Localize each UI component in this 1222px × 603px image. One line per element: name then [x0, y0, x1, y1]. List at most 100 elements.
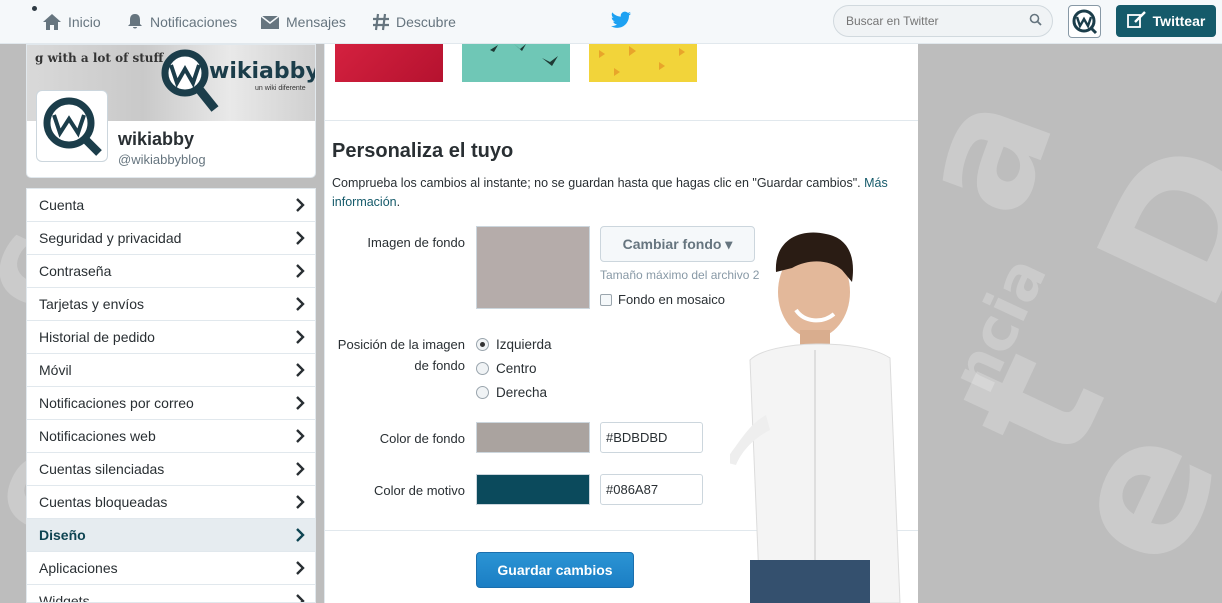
radio-center[interactable] — [476, 362, 489, 375]
sidebar-item-web-notifications[interactable]: Notificaciones web — [27, 420, 315, 453]
nav-notifications[interactable]: Notificaciones — [126, 0, 237, 44]
envelope-icon — [260, 14, 280, 30]
top-navigation-bar: Inicio Notificaciones Mensajes Descubre … — [0, 0, 1222, 44]
sidebar-item-label: Contraseña — [39, 263, 112, 279]
sidebar-item-label: Aplicaciones — [39, 560, 118, 576]
profile-handle[interactable]: @wikiabbyblog — [118, 152, 206, 167]
nav-notifications-label: Notificaciones — [150, 14, 238, 30]
sidebar-item-mobile[interactable]: Móvil — [27, 354, 315, 387]
sidebar-item-label: Historial de pedido — [39, 329, 155, 345]
description-text: Comprueba los cambios al instante; no se… — [332, 176, 861, 190]
theme-swatch-red[interactable] — [335, 44, 443, 82]
sidebar-item-design[interactable]: Diseño — [27, 519, 315, 552]
home-icon — [42, 13, 62, 31]
bell-icon — [126, 13, 144, 31]
background-position-label: Posición de la imagen de fondo — [337, 337, 465, 373]
nav-discover[interactable]: Descubre — [372, 0, 456, 44]
theme-color-input[interactable] — [600, 474, 703, 505]
sidebar-item-order-history[interactable]: Historial de pedido — [27, 321, 315, 354]
position-option-left[interactable]: Izquierda — [476, 337, 552, 352]
tweet-button-label: Twittear — [1152, 13, 1206, 29]
profile-card[interactable]: g with a lot of stuff wikiabby un wiki d… — [26, 44, 316, 178]
nav-messages-label: Mensajes — [286, 14, 346, 30]
theme-swatch-yellow[interactable] — [589, 44, 697, 82]
theme-color-swatch[interactable] — [476, 474, 590, 505]
position-option-right[interactable]: Derecha — [476, 385, 547, 400]
nav-messages[interactable]: Mensajes — [260, 0, 346, 44]
sidebar-item-apps[interactable]: Aplicaciones — [27, 552, 315, 585]
chevron-right-icon — [296, 594, 305, 602]
sidebar-item-label: Cuentas bloqueadas — [39, 494, 168, 510]
tile-background-option[interactable]: Fondo en mosaico — [600, 292, 725, 307]
tile-background-checkbox[interactable] — [600, 293, 612, 306]
chevron-right-icon — [296, 330, 305, 344]
page-title: Personaliza el tuyo — [332, 140, 514, 162]
sidebar-item-label: Notificaciones por correo — [39, 395, 194, 411]
sidebar-item-widgets[interactable]: Widgets — [27, 585, 315, 603]
nav-home[interactable]: Inicio — [42, 0, 101, 44]
sidebar-item-email-notifications[interactable]: Notificaciones por correo — [27, 387, 315, 420]
compose-tweet-icon — [1126, 10, 1147, 32]
divider — [325, 120, 918, 121]
background-color-input[interactable] — [600, 422, 703, 453]
background-color-label: Color de fondo — [379, 431, 465, 446]
sidebar-item-cards[interactable]: Tarjetas y envíos — [27, 288, 315, 321]
banner-logo-word: wikiabby — [209, 59, 316, 84]
birds-pattern-icon — [482, 44, 558, 66]
tweet-button[interactable]: Twittear — [1116, 5, 1216, 37]
radio-right[interactable] — [476, 386, 489, 399]
sidebar-item-blocked-accounts[interactable]: Cuentas bloqueadas — [27, 486, 315, 519]
banner-subtitle: un wiki diferente — [255, 85, 306, 92]
page-description: Comprueba los cambios al instante; no se… — [332, 174, 912, 212]
chevron-right-icon — [296, 495, 305, 509]
chevron-right-icon — [296, 231, 305, 245]
chevron-right-icon — [296, 462, 305, 476]
avatar-logo-icon — [43, 97, 102, 156]
sidebar-item-label: Notificaciones web — [39, 428, 156, 444]
profile-name[interactable]: wikiabby — [118, 129, 194, 150]
sidebar-item-password[interactable]: Contraseña — [27, 255, 315, 288]
sidebar-item-label: Tarjetas y envíos — [39, 296, 145, 312]
sidebar-item-label: Móvil — [39, 362, 72, 378]
nav-home-label: Inicio — [68, 14, 101, 30]
sidebar-item-muted-accounts[interactable]: Cuentas silenciadas — [27, 453, 315, 486]
account-avatar[interactable] — [1068, 5, 1101, 38]
radio-center-label: Centro — [496, 361, 537, 376]
description-period: . — [396, 195, 401, 209]
background-color-swatch[interactable] — [476, 422, 590, 453]
hashtag-icon — [372, 13, 390, 31]
sidebar-item-label: Diseño — [39, 527, 86, 543]
sidebar-item-account[interactable]: Cuenta — [27, 189, 315, 222]
settings-menu: Cuenta Seguridad y privacidad Contraseña… — [26, 188, 316, 603]
chevron-right-icon — [296, 297, 305, 311]
chevron-right-icon — [296, 198, 305, 212]
sidebar-item-label: Seguridad y privacidad — [39, 230, 182, 246]
radio-right-label: Derecha — [496, 385, 548, 400]
chevron-right-icon — [296, 561, 305, 575]
sidebar-item-security[interactable]: Seguridad y privacidad — [27, 222, 315, 255]
background-image-label: Imagen de fondo — [367, 235, 465, 250]
model-illustration — [730, 232, 901, 603]
save-changes-button[interactable]: Guardar cambios — [476, 552, 634, 588]
sidebar-item-label: Widgets — [39, 593, 90, 603]
tile-background-label: Fondo en mosaico — [618, 292, 725, 307]
nav-discover-label: Descubre — [396, 14, 456, 30]
background-image-preview — [476, 226, 590, 309]
twitter-bird-icon[interactable] — [610, 11, 632, 33]
sidebar-item-label: Cuenta — [39, 197, 85, 213]
new-content-indicator — [32, 6, 37, 11]
chevron-right-icon — [296, 528, 305, 542]
sidebar-item-label: Cuentas silenciadas — [39, 461, 165, 477]
banner-text: g with a lot of stuff — [35, 51, 164, 65]
search-icon[interactable] — [1029, 13, 1042, 29]
chevron-right-icon — [296, 429, 305, 443]
profile-avatar[interactable] — [37, 91, 107, 161]
radio-left[interactable] — [476, 338, 489, 351]
position-option-center[interactable]: Centro — [476, 361, 537, 376]
chevron-right-icon — [296, 264, 305, 278]
chevron-right-icon — [296, 363, 305, 377]
radio-left-label: Izquierda — [496, 337, 552, 352]
search-input[interactable] — [833, 5, 1053, 37]
theme-swatch-teal[interactable] — [462, 44, 570, 82]
chevron-right-icon — [296, 396, 305, 410]
